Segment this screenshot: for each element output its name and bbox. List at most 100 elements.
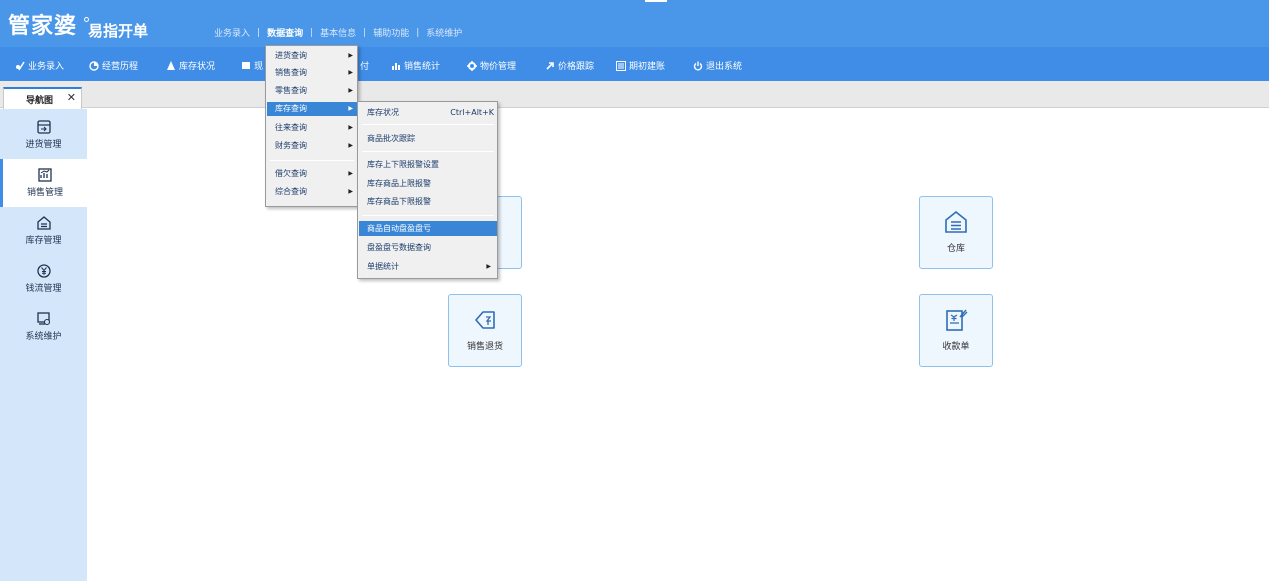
flame-icon	[166, 60, 176, 71]
menu-item-inventory-query[interactable]: 库存查询 ▶	[267, 102, 357, 116]
arrow-up-right-icon	[545, 61, 555, 71]
menu-item-label: 往来查询	[275, 123, 307, 132]
menu-separator	[362, 215, 494, 216]
chevron-right-icon: ▶	[348, 142, 353, 149]
sidebar-item-cashflow[interactable]: 钱流管理	[0, 255, 87, 303]
menu-item-stocktake-query[interactable]: 盘盈盘亏数据查询	[359, 240, 497, 255]
top-menu-item-data-query[interactable]: 数据查询	[267, 26, 303, 39]
app-subtitle: 易指开单	[88, 22, 149, 40]
chevron-right-icon: ▶	[348, 52, 353, 59]
top-menu-item-entry[interactable]: 业务录入	[214, 26, 250, 39]
receipt-icon	[946, 309, 968, 331]
toolbar: 业务录入 经营历程 库存状况 现 付 销售统计 物价管理 价格跟踪 期初建账 退…	[0, 47, 1269, 81]
toolbar-business-history[interactable]: 经营历程	[89, 59, 138, 72]
menu-item-label: 销售查询	[275, 68, 307, 77]
tile-label: 销售退货	[466, 342, 503, 352]
menu-item-label: 商品自动盘盈盘亏	[367, 224, 431, 233]
menu-item-label: 商品批次跟踪	[367, 134, 415, 143]
top-menu-item-maintenance[interactable]: 系统维护	[426, 26, 462, 39]
toolbar-stock-status[interactable]: 库存状况	[166, 59, 215, 72]
menu-item-label: 库存商品上限报警	[367, 179, 431, 188]
toolbar-business-entry[interactable]: 业务录入	[15, 59, 64, 72]
sidebar-item-inventory[interactable]: 库存管理	[0, 207, 87, 255]
shortcut-label: Ctrl+Alt+K	[450, 108, 494, 117]
warehouse-house-icon	[945, 210, 967, 233]
app-logo: 管家婆	[8, 13, 78, 39]
menu-item-retail-query[interactable]: 零售查询 ▶	[267, 84, 357, 98]
bar-chart-icon	[391, 61, 401, 71]
menu-item-lower-limit-alarm[interactable]: 库存商品下限报警	[359, 194, 497, 209]
menu-item-auto-stocktake[interactable]: 商品自动盘盈盘亏	[359, 221, 497, 236]
chevron-right-icon: ▶	[486, 263, 491, 270]
toolbar-label: 业务录入	[28, 62, 65, 72]
menu-item-upper-limit-alarm[interactable]: 库存商品上限报警	[359, 176, 497, 191]
menu-item-label: 进货查询	[275, 51, 307, 60]
document-icon	[241, 61, 251, 71]
toolbar-label: 经营历程	[102, 62, 139, 72]
sidebar-item-purchase[interactable]: 进货管理	[0, 111, 87, 159]
menu-item-label: 盘盈盘亏数据查询	[367, 243, 431, 252]
app-window: 管家婆 易指开单 业务录入 | 数据查询 | 基本信息 | 辅助功能 | 系统维…	[0, 0, 1269, 581]
sidebar-item-sales[interactable]: 销售管理	[0, 159, 87, 207]
chevron-right-icon: ▶	[348, 124, 353, 131]
menu-item-label: 借欠查询	[275, 169, 307, 178]
top-menu-item-aux[interactable]: 辅助功能	[373, 26, 409, 39]
sidebar: 进货管理 销售管理 库存管理 钱流管理 系统维护	[0, 109, 87, 581]
tab-strip: 导航图 ✕	[0, 81, 1269, 109]
top-menu: 业务录入 | 数据查询 | 基本信息 | 辅助功能 | 系统维护	[214, 26, 462, 40]
menu-item-finance-query[interactable]: 财务查询 ▶	[267, 139, 357, 153]
toolbar-cash[interactable]: 现	[241, 59, 263, 72]
menu-item-sales-query[interactable]: 销售查询 ▶	[267, 66, 357, 80]
menu-item-batch-tracking[interactable]: 商品批次跟踪	[359, 131, 497, 146]
chevron-right-icon: ▶	[348, 69, 353, 76]
menu-item-stock-status[interactable]: 库存状况 Ctrl+Alt+K	[359, 105, 497, 120]
sales-chart-icon	[38, 168, 52, 182]
power-icon	[693, 61, 703, 71]
ledger-icon	[616, 60, 626, 71]
toolbar-label: 库存状况	[179, 62, 216, 72]
sidebar-item-label: 销售管理	[26, 188, 63, 198]
inventory-query-submenu: 库存状况 Ctrl+Alt+K 商品批次跟踪 库存上下限报警设置 库存商品上限报…	[357, 101, 498, 279]
tile-warehouse[interactable]: 仓库	[919, 196, 993, 269]
sidebar-item-label: 系统维护	[25, 332, 62, 342]
gear-icon	[467, 60, 477, 71]
menu-item-label: 库存查询	[275, 104, 307, 113]
toolbar-label: 退出系统	[706, 62, 743, 72]
toolbar-price-tracking[interactable]: 价格跟踪	[545, 59, 594, 72]
tile-label: 收款单	[942, 342, 970, 352]
menu-item-purchase-query[interactable]: 进货查询 ▶	[267, 49, 357, 63]
menu-item-label: 库存商品下限报警	[367, 197, 431, 206]
title-bar: 管家婆 易指开单 业务录入 | 数据查询 | 基本信息 | 辅助功能 | 系统维…	[0, 0, 1269, 47]
toolbar-label: 期初建账	[629, 62, 666, 72]
menu-item-label: 财务查询	[275, 141, 307, 150]
menu-separator	[362, 151, 494, 152]
top-menu-separator: |	[363, 27, 367, 38]
pen-user-icon	[15, 61, 25, 71]
sales-return-icon	[475, 311, 495, 329]
menu-item-comprehensive-query[interactable]: 综合查询 ▶	[267, 185, 357, 199]
tile-sales-return[interactable]: 销售退货	[448, 294, 522, 367]
menu-item-document-stats[interactable]: 单据统计 ▶	[359, 259, 497, 274]
menu-item-debt-query[interactable]: 借欠查询 ▶	[267, 167, 357, 181]
close-icon[interactable]: ✕	[67, 91, 76, 104]
toolbar-exit-system[interactable]: 退出系统	[693, 59, 742, 72]
toolbar-label: 现	[254, 62, 264, 72]
menu-item-account-query[interactable]: 往来查询 ▶	[267, 121, 357, 135]
sidebar-item-label: 库存管理	[25, 236, 62, 246]
toolbar-payment[interactable]: 付	[360, 59, 369, 72]
top-menu-item-basic-info[interactable]: 基本信息	[320, 26, 356, 39]
menu-item-stock-limit-settings[interactable]: 库存上下限报警设置	[359, 157, 497, 172]
menu-item-label: 库存状况	[367, 108, 399, 117]
toolbar-label: 销售统计	[404, 62, 441, 72]
toolbar-sales-stats[interactable]: 销售统计	[391, 59, 440, 72]
toolbar-price-management[interactable]: 物价管理	[467, 59, 516, 72]
toolbar-opening-accounts[interactable]: 期初建账	[616, 59, 665, 72]
clock-pie-icon	[89, 60, 99, 71]
tile-receipt[interactable]: 收款单	[919, 294, 993, 367]
warehouse-icon	[36, 216, 51, 230]
toolbar-label: 物价管理	[480, 62, 517, 72]
sidebar-item-system[interactable]: 系统维护	[0, 303, 87, 351]
tile-label: 仓库	[946, 244, 965, 254]
tab-navigation[interactable]: 导航图 ✕	[3, 87, 82, 109]
yuan-coin-icon	[36, 264, 51, 278]
